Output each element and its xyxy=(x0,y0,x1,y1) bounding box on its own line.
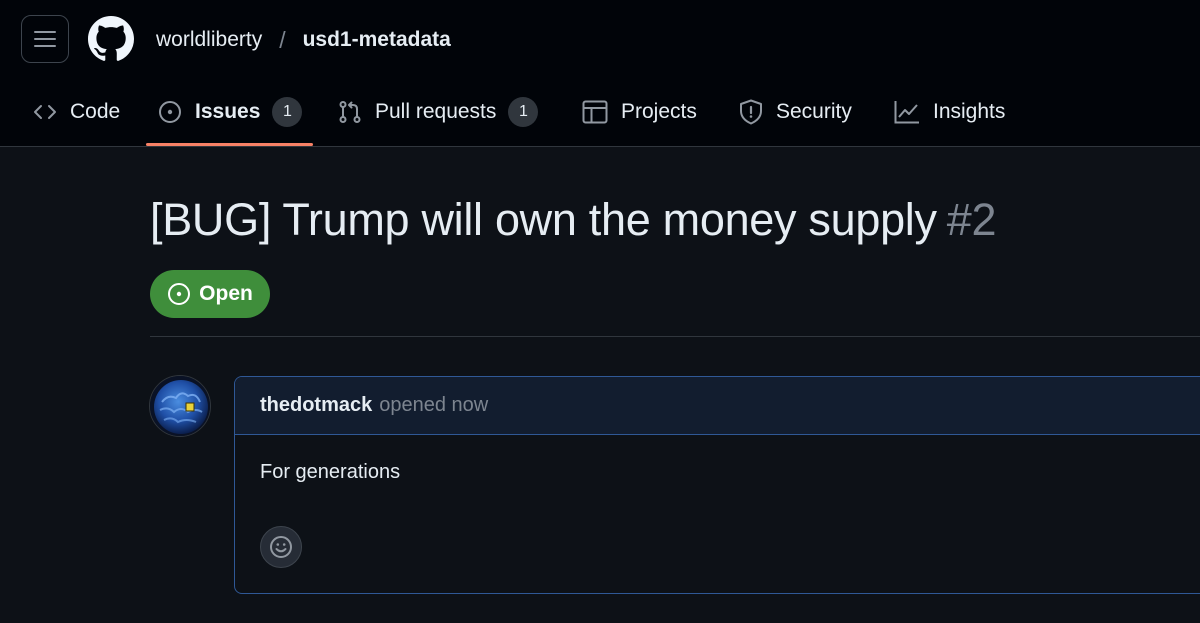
issue-state-label: Open xyxy=(199,282,253,305)
issue-opened-icon xyxy=(168,283,191,305)
breadcrumb: worldliberty / usd1-metadata xyxy=(156,26,451,54)
tab-security-label: Security xyxy=(776,100,852,123)
breadcrumb-repo-link[interactable]: usd1-metadata xyxy=(303,28,451,52)
selected-tab-underline xyxy=(146,143,313,146)
tab-insights[interactable]: Insights xyxy=(894,86,1005,138)
avatar-image xyxy=(150,376,210,436)
tab-projects-label: Projects xyxy=(621,100,697,123)
repo-header: worldliberty / usd1-metadata Code Issues… xyxy=(0,0,1200,147)
tab-code-label: Code xyxy=(70,100,121,123)
issue-state-badge: Open xyxy=(150,270,270,318)
comment-timestamp[interactable]: opened now xyxy=(379,394,488,417)
breadcrumb-owner-link[interactable]: worldliberty xyxy=(156,28,262,52)
tab-projects[interactable]: Projects xyxy=(582,86,697,138)
github-mark-icon[interactable] xyxy=(88,16,134,62)
global-menu-button[interactable] xyxy=(21,15,69,63)
header-divider xyxy=(150,336,1200,337)
hamburger-icon xyxy=(34,31,56,47)
add-reaction-button[interactable] xyxy=(260,526,302,568)
tab-pull-requests[interactable]: Pull requests 1 xyxy=(338,86,539,138)
tab-code[interactable]: Code xyxy=(33,86,120,138)
issue-title-text: [BUG] Trump will own the money supply xyxy=(150,194,937,245)
shield-icon xyxy=(740,99,762,125)
code-icon xyxy=(34,105,56,119)
table-icon xyxy=(582,100,608,124)
tab-insights-label: Insights xyxy=(933,100,1006,123)
tab-security[interactable]: Security xyxy=(739,86,852,138)
repo-tab-nav: Code Issues 1 Pull requests 1 Projects S… xyxy=(0,86,1200,146)
comment-author-link[interactable]: thedotmack xyxy=(260,394,372,417)
issues-count-badge: 1 xyxy=(272,97,303,127)
smiley-icon xyxy=(270,536,292,558)
issue-opened-icon xyxy=(159,101,181,123)
tab-pull-requests-label: Pull requests xyxy=(375,100,497,123)
issue-number: #2 xyxy=(946,194,997,245)
tab-issues[interactable]: Issues 1 xyxy=(158,86,303,138)
pull-requests-count-badge: 1 xyxy=(508,97,539,127)
comment-header: thedotmack opened now xyxy=(235,377,1200,435)
tab-issues-label: Issues xyxy=(195,100,261,123)
comment-body: For generations xyxy=(260,461,401,483)
avatar[interactable] xyxy=(149,375,211,437)
issue-comment: thedotmack opened now For generations xyxy=(234,376,1200,594)
git-pull-request-icon xyxy=(339,101,361,123)
breadcrumb-separator: / xyxy=(279,26,286,53)
graph-icon xyxy=(894,101,919,124)
issue-title: [BUG] Trump will own the money supply #2 xyxy=(150,192,996,248)
